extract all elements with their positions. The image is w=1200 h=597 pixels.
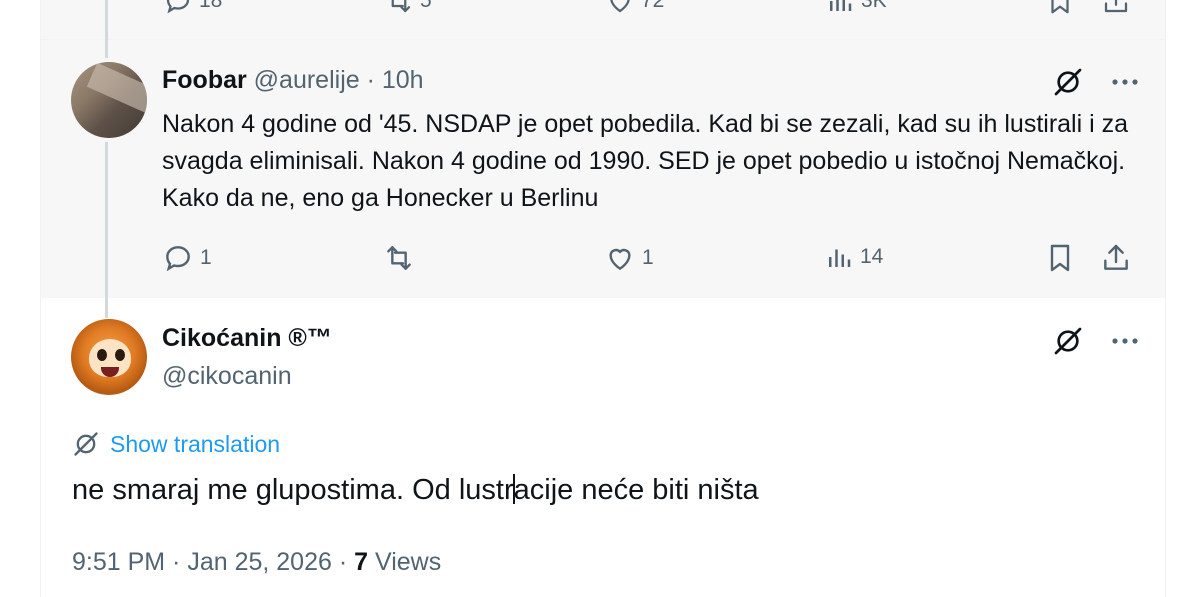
previous-views-count: 3K — [861, 0, 887, 12]
reply-actions-bar: 1 1 14 — [0, 242, 1200, 276]
reply-tweet-text: Nakon 4 godine od '45. NSDAP je opet pob… — [162, 110, 1129, 212]
bookmark-button[interactable] — [1044, 242, 1076, 274]
more-icon — [1112, 338, 1138, 344]
retweet-icon — [387, 246, 411, 270]
reply-author-line: Foobar @aurelije · 10h — [162, 66, 424, 95]
share-icon — [1104, 0, 1128, 13]
like-button[interactable]: 1 — [604, 242, 654, 274]
tweet-time[interactable]: 9:51 PM — [72, 548, 165, 576]
views-button[interactable]: 14 — [824, 242, 883, 272]
separator-dot: · — [331, 548, 355, 576]
grok-icon — [1054, 68, 1082, 96]
bookmark-icon — [1050, 244, 1070, 272]
main-tweet-text: ne smaraj me glupostima. Od lustracije n… — [72, 474, 759, 507]
tweet-metadata: 9:51 PM · Jan 25, 2026 · 7 Views — [72, 548, 441, 577]
separator-dot: · — [165, 548, 188, 576]
previous-retweet-button[interactable]: 5 — [384, 0, 432, 16]
share-icon — [1104, 244, 1128, 270]
tweet-date[interactable]: Jan 25, 2026 — [187, 548, 332, 576]
bookmark-icon — [1051, 0, 1069, 14]
retweet-icon — [391, 0, 411, 13]
like-count: 1 — [642, 246, 654, 269]
retweet-button[interactable] — [383, 242, 415, 274]
previous-reply-count: 18 — [199, 0, 223, 12]
views-label: Views — [374, 548, 442, 576]
avatar[interactable] — [71, 62, 147, 138]
thread-line-bottom — [105, 142, 108, 318]
previous-like-count: 72 — [641, 0, 665, 12]
more-button[interactable] — [1110, 78, 1140, 86]
views-icon — [830, 0, 852, 11]
reply-top-icons — [1052, 66, 1140, 98]
previous-tweet-actions: 18 5 72 3K — [41, 0, 1165, 40]
author-name[interactable]: Foobar — [162, 66, 247, 94]
grok-button[interactable] — [1052, 325, 1084, 357]
tweet-time[interactable]: 10h — [382, 66, 424, 94]
reply-icon — [166, 0, 190, 14]
views-icon — [829, 249, 851, 267]
more-button[interactable] — [1110, 337, 1140, 345]
translate-icon — [74, 432, 98, 456]
previous-bookmark-button[interactable] — [1045, 0, 1075, 16]
separator-dot: · — [359, 66, 382, 94]
show-translation-link[interactable]: Show translation — [72, 430, 280, 458]
grok-icon — [1054, 327, 1082, 355]
grok-button[interactable] — [1052, 66, 1084, 98]
show-translation-label: Show translation — [110, 430, 281, 457]
reply-button[interactable]: 1 — [162, 242, 212, 274]
like-icon — [610, 0, 630, 13]
like-icon — [609, 248, 631, 271]
author-handle[interactable]: @cikocanin — [162, 362, 292, 391]
thread-line-top — [105, 0, 108, 58]
previous-like-button[interactable]: 72 — [605, 0, 664, 16]
share-button[interactable] — [1100, 242, 1132, 274]
views-count: 14 — [860, 245, 884, 268]
more-icon — [1112, 79, 1138, 85]
previous-share-button[interactable] — [1101, 0, 1131, 16]
previous-retweet-count: 5 — [420, 0, 432, 12]
views-count[interactable]: 7 — [354, 548, 368, 576]
previous-views-button[interactable]: 3K — [825, 0, 887, 16]
main-top-icons — [1052, 325, 1140, 357]
main-tweet-text-part1: ne smaraj me glupostima. Od lustr — [72, 474, 514, 506]
reply-count: 1 — [200, 246, 212, 269]
main-tweet-text-part2: acije neće biti ništa — [513, 474, 759, 506]
reply-icon — [166, 246, 190, 272]
author-handle[interactable]: @aurelije — [254, 66, 360, 94]
previous-reply-button[interactable]: 18 — [163, 0, 222, 16]
avatar[interactable] — [71, 319, 147, 395]
author-name[interactable]: Cikoćanin ®™ — [162, 324, 332, 353]
